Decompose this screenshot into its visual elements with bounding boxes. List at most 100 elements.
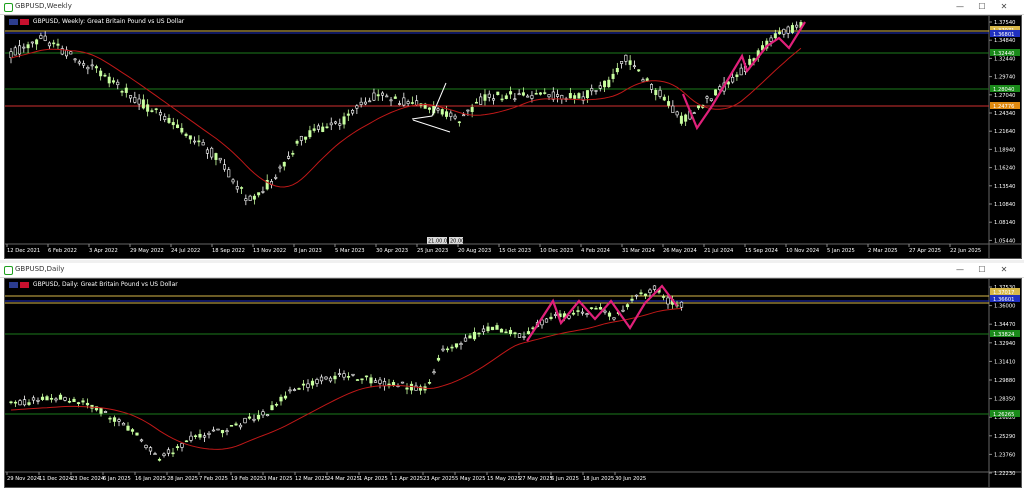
minimize-button[interactable]: — — [954, 2, 966, 12]
candle-body — [521, 92, 525, 96]
candle-body — [257, 192, 261, 196]
candle-body — [351, 373, 355, 376]
date-label: 12 Mar 2025 — [295, 476, 328, 482]
candle-body — [22, 399, 27, 406]
candle-body — [427, 107, 431, 110]
date-label: 30 Apr 2023 — [376, 248, 408, 254]
candle-body — [117, 419, 121, 422]
date-label: 23 Apr 2025 — [423, 476, 455, 482]
candle-body — [69, 51, 73, 55]
candle-body — [121, 422, 126, 426]
price-tag-label: 1.24776 — [993, 104, 1014, 110]
candle-body — [229, 425, 234, 427]
date-label: 5 Jan 2025 — [827, 248, 855, 254]
daily-window[interactable]: GBPUSD,Daily — ☐ ✕ 1.375301.360001.34470… — [0, 263, 1024, 489]
candle-body — [508, 329, 513, 334]
candle-body — [790, 25, 794, 33]
candle-body — [634, 294, 639, 297]
date-label: 11 Apr 2025 — [391, 476, 423, 482]
close-button[interactable]: ✕ — [998, 2, 1010, 12]
maximize-button[interactable]: ☐ — [976, 265, 988, 275]
daily-chart-area[interactable]: 1.375301.360001.344701.329401.314101.298… — [4, 278, 1022, 488]
candle-body — [333, 375, 337, 380]
candle-body — [410, 102, 414, 104]
candle-body — [261, 411, 265, 416]
candle-body — [368, 100, 372, 103]
price-label: 1.36000 — [994, 304, 1015, 310]
candle-body — [304, 136, 308, 140]
candle-body — [684, 114, 688, 122]
candle-body — [453, 115, 457, 119]
candle-body — [274, 403, 279, 406]
candle-body — [338, 123, 342, 126]
candle-body — [252, 418, 256, 421]
daily-chart-canvas[interactable]: 1.375301.360001.344701.329401.314101.298… — [5, 279, 1021, 487]
candle-body — [36, 400, 40, 402]
weekly-chart-canvas[interactable]: 1.37540 1.34840 1.32440 1.29740 1.27040 1.243… — [5, 16, 1021, 258]
candle-body — [211, 429, 216, 432]
candle-body — [324, 376, 328, 380]
candle-body — [158, 112, 162, 116]
candle-body — [308, 130, 312, 138]
maximize-button[interactable]: ☐ — [976, 2, 988, 12]
candle-body — [641, 79, 645, 82]
date-label: 6 Jun 2025 — [551, 476, 579, 482]
price-tag-label: 1.36601 — [993, 297, 1014, 303]
daily-window-title: GBPUSD,Daily — [15, 265, 65, 273]
candle-body — [256, 414, 261, 420]
price-label: 1.34470 — [994, 322, 1015, 328]
candle-body — [144, 444, 148, 448]
date-label: 5 Mar 2023 — [335, 248, 365, 254]
candle-body — [319, 376, 324, 382]
candle-body — [440, 109, 444, 115]
weekly-chart-area[interactable]: 1.37540 1.34840 1.32440 1.29740 1.27040 1.243… — [4, 15, 1022, 259]
date-label: 8 Jan 2023 — [294, 248, 322, 254]
candle-body — [427, 382, 432, 384]
candle-body — [248, 195, 252, 201]
candle-body — [580, 311, 585, 314]
candle-body — [99, 70, 103, 77]
candle-body — [585, 313, 589, 315]
candle-body — [675, 111, 679, 116]
minimize-button[interactable]: — — [954, 265, 966, 275]
candle-body — [18, 45, 22, 55]
candle-body — [490, 326, 495, 331]
candle-body — [244, 198, 248, 202]
candle-body — [454, 343, 459, 348]
weekly-titlebar[interactable]: GBPUSD,Weekly — ☐ ✕ — [0, 0, 1024, 15]
candle-body — [247, 416, 252, 419]
price-label: 1.08140 — [994, 220, 1015, 226]
candle-body — [499, 328, 504, 333]
candle-body — [612, 317, 616, 320]
price-tag-label: 1.33824 — [993, 332, 1015, 338]
candle-body — [252, 195, 256, 200]
candle-body — [124, 87, 128, 93]
candle-body — [321, 126, 325, 132]
candle-body — [126, 425, 130, 431]
moving-average-line — [10, 308, 682, 450]
candle-body — [402, 97, 406, 106]
candle-body — [163, 116, 167, 120]
candle-body — [643, 293, 648, 296]
candle-body — [77, 61, 81, 64]
candle-body — [184, 440, 189, 443]
candle-body — [662, 96, 666, 101]
candle-body — [500, 98, 504, 101]
candle-body — [171, 452, 175, 455]
candle-body — [607, 79, 611, 88]
candle-body — [589, 307, 594, 309]
candle-body — [49, 397, 54, 400]
candle-body — [243, 417, 247, 424]
price-label: 1.32440 — [994, 56, 1015, 62]
close-button[interactable]: ✕ — [998, 265, 1010, 275]
candle-body — [406, 101, 410, 104]
candle-body — [509, 91, 513, 95]
candle-body — [624, 54, 628, 62]
date-label: 30 Jun 2025 — [615, 476, 646, 482]
candle-body — [120, 90, 124, 93]
daily-titlebar[interactable]: GBPUSD,Daily — ☐ ✕ — [0, 263, 1024, 278]
candle-body — [571, 312, 576, 315]
weekly-window[interactable]: GBPUSD,Weekly — ☐ ✕ 1.37540 1.34840 1.3244… — [0, 0, 1024, 260]
candle-body — [679, 301, 684, 308]
candle-body — [31, 397, 36, 401]
